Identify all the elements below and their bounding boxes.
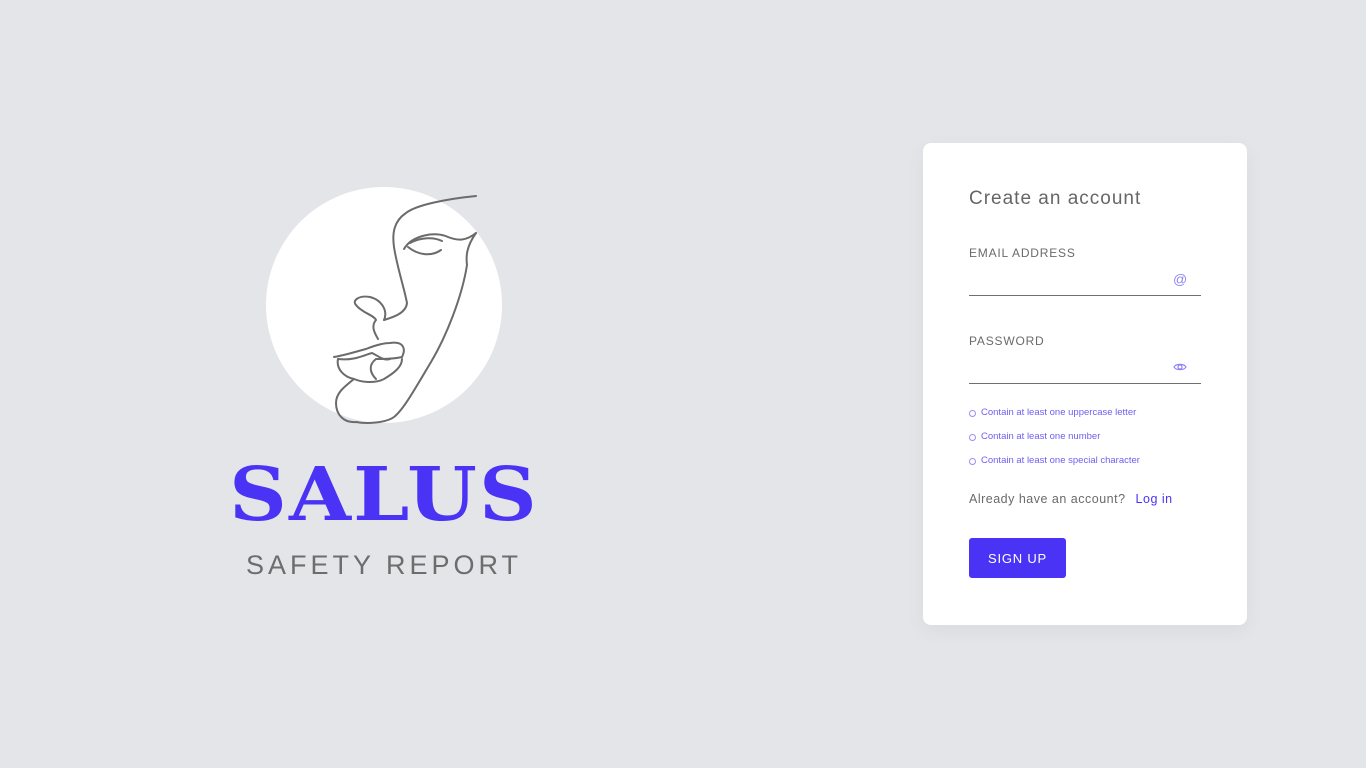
login-prompt: Already have an account? — [969, 492, 1126, 506]
signup-card: Create an account EMAIL ADDRESS @ PASSWO… — [923, 143, 1247, 625]
password-rules: Contain at least one uppercase letter Co… — [969, 407, 1140, 479]
rule-special-character: Contain at least one special character — [969, 455, 1140, 479]
rule-text: Contain at least one number — [981, 431, 1101, 442]
rule-text: Contain at least one special character — [981, 455, 1140, 466]
password-field[interactable] — [969, 355, 1165, 383]
email-label: EMAIL ADDRESS — [969, 246, 1076, 260]
password-label: PASSWORD — [969, 334, 1045, 348]
brand-panel: SALUS SAFETY REPORT — [0, 0, 768, 768]
rule-bullet-icon — [969, 458, 976, 465]
rule-uppercase: Contain at least one uppercase letter — [969, 407, 1140, 431]
rule-bullet-icon — [969, 434, 976, 441]
eye-icon[interactable] — [1173, 360, 1187, 374]
form-title: Create an account — [969, 188, 1142, 209]
login-link[interactable]: Log in — [1136, 492, 1173, 506]
sign-up-button[interactable]: SIGN UP — [969, 538, 1066, 578]
email-field[interactable] — [969, 267, 1165, 295]
email-field-wrapper: @ — [969, 267, 1201, 296]
at-icon: @ — [1173, 271, 1188, 287]
rule-number: Contain at least one number — [969, 431, 1140, 455]
brand-name: SALUS — [229, 452, 539, 538]
rule-bullet-icon — [969, 410, 976, 417]
password-field-wrapper — [969, 355, 1201, 384]
brand-subtitle: SAFETY REPORT — [245, 550, 523, 580]
face-line-art-icon — [333, 195, 477, 424]
login-prompt-row: Already have an account? Log in — [969, 492, 1173, 506]
rule-text: Contain at least one uppercase letter — [981, 407, 1137, 418]
signup-page: SALUS SAFETY REPORT Create an account EM… — [0, 0, 1366, 768]
